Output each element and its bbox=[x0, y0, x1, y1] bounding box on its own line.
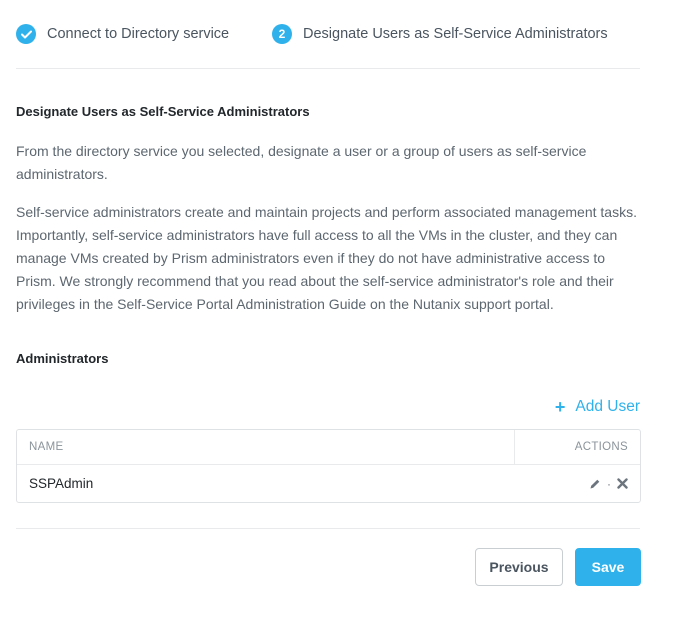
step-number: 2 bbox=[272, 24, 292, 44]
check-icon bbox=[16, 24, 36, 44]
step-label: Connect to Directory service bbox=[47, 26, 230, 42]
administrators-title: Administrators bbox=[16, 351, 109, 366]
warning-paragraph: Self-service administrators create and m… bbox=[16, 204, 637, 312]
column-header-actions: ACTIONS bbox=[574, 441, 628, 453]
administrators-table: NAME ACTIONS SSPAdmin · bbox=[16, 429, 641, 503]
save-button[interactable]: Save bbox=[575, 548, 641, 586]
table-row: SSPAdmin · bbox=[17, 465, 640, 502]
add-user-label: Add User bbox=[575, 398, 640, 415]
action-separator: · bbox=[607, 476, 611, 491]
plus-icon: + bbox=[554, 397, 566, 417]
description-paragraph: From the directory service you selected,… bbox=[16, 143, 587, 182]
step-designate-users: 2 Designate Users as Self-Service Admini… bbox=[272, 24, 608, 44]
step-label: Designate Users as Self-Service Administ… bbox=[303, 26, 608, 42]
section-title: Designate Users as Self-Service Administ… bbox=[16, 104, 310, 119]
admin-name: SSPAdmin bbox=[29, 476, 94, 491]
divider bbox=[16, 68, 640, 69]
pencil-icon[interactable] bbox=[589, 478, 601, 490]
step-connect-directory: Connect to Directory service bbox=[16, 24, 229, 44]
previous-button[interactable]: Previous bbox=[475, 548, 563, 586]
row-actions: · bbox=[589, 477, 628, 491]
table-header: NAME ACTIONS bbox=[17, 430, 640, 465]
wizard-steps: Connect to Directory service 2 Designate… bbox=[16, 22, 640, 46]
close-icon[interactable] bbox=[617, 478, 628, 489]
divider bbox=[16, 528, 640, 529]
column-header-name: NAME bbox=[17, 430, 515, 464]
add-user-button[interactable]: + Add User bbox=[555, 398, 640, 416]
